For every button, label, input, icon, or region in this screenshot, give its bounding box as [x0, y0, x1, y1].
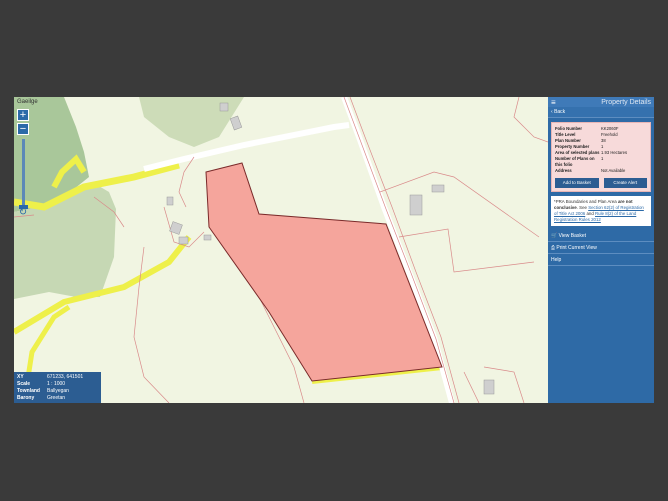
map-canvas[interactable]: Gaeilge + − ↻ XY 671233, 641501 Scale 1 : …: [14, 97, 548, 403]
app-frame: Gaeilge + − ↻ XY 671233, 641501 Scale 1 : …: [14, 97, 654, 403]
print-current-view-item[interactable]: ⎙ Print Current View: [548, 242, 654, 254]
info-row-townland: Townland Ballyegan: [17, 388, 69, 394]
panel-title: Property Details: [601, 98, 651, 106]
map-svg: [14, 97, 548, 403]
info-row-barony: Barony Greetan: [17, 395, 66, 401]
back-button[interactable]: ‹ Back: [548, 107, 654, 118]
help-item[interactable]: Help: [548, 254, 654, 266]
language-toggle[interactable]: Gaeilge: [17, 99, 38, 105]
property-details-panel: ≡ Property Details ‹ Back Folio Number KK…: [548, 97, 654, 403]
cart-icon: 🛒: [551, 233, 559, 239]
view-basket-item[interactable]: 🛒 View Basket: [548, 230, 654, 242]
create-alert-button[interactable]: Create Alert: [603, 178, 647, 188]
detail-row: Address Not Available: [555, 168, 626, 173]
card-buttons: Add to Basket Create Alert: [555, 178, 647, 188]
info-row-xy: XY 671233, 641501: [17, 374, 84, 380]
coordinate-info-box: XY 671233, 641501 Scale 1 : 1000 Townland B…: [14, 372, 101, 403]
hamburger-menu-icon[interactable]: ≡: [551, 98, 563, 107]
add-to-basket-button[interactable]: Add to Basket: [555, 178, 599, 188]
zoom-in-button[interactable]: +: [17, 109, 29, 121]
property-details-card: Folio Number KK2060F Title Level Freehold …: [551, 122, 651, 192]
zoom-out-button[interactable]: −: [17, 123, 29, 135]
refresh-icon[interactable]: ↻: [17, 207, 29, 219]
disclaimer-note: *PRA Boundaries and Plan Area are not co…: [551, 196, 651, 226]
info-row-scale: Scale 1 : 1000: [17, 381, 66, 387]
detail-row: Number of Plans on this folio 1: [555, 156, 604, 167]
zoom-slider-track[interactable]: [22, 139, 25, 207]
panel-header: ≡ Property Details: [548, 97, 654, 107]
